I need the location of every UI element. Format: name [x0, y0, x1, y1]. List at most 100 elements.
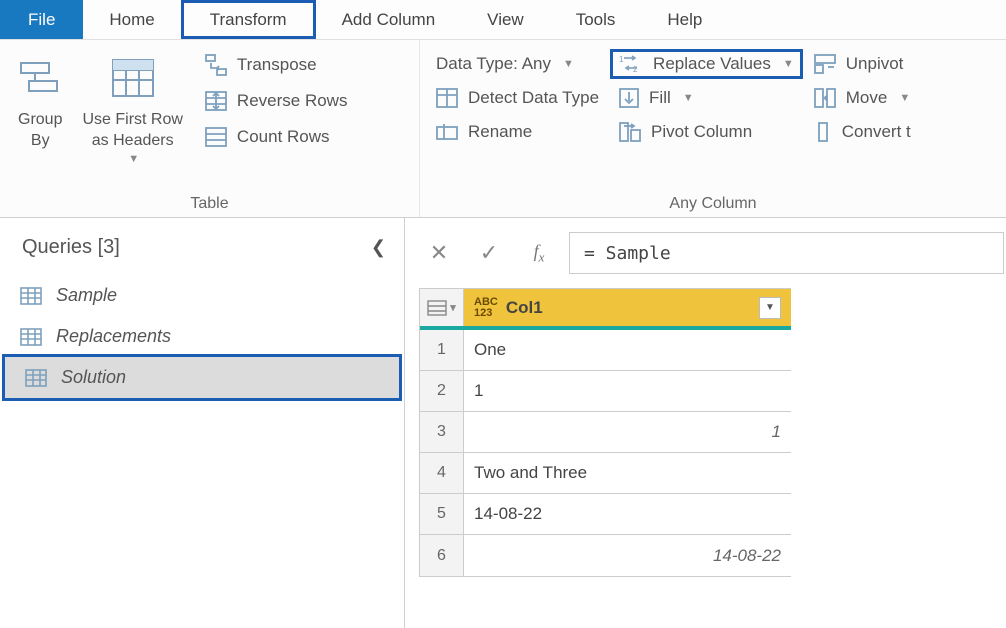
ribbon-group-any-column: Data Type: Any ▼ Detect Data Type Rename	[420, 40, 1006, 217]
fill-label: Fill	[649, 88, 671, 108]
reverse-rows-label: Reverse Rows	[237, 91, 348, 111]
group-by-label: Group By	[18, 110, 62, 152]
cell: 1	[464, 412, 791, 452]
count-rows-label: Count Rows	[237, 127, 330, 147]
collapse-chevron-icon[interactable]: ❮	[371, 237, 386, 258]
chevron-down-icon: ▼	[128, 152, 139, 166]
chevron-down-icon: ▼	[899, 92, 910, 104]
group-by-icon	[19, 52, 61, 104]
row-number: 5	[420, 494, 464, 534]
reverse-rows-icon	[205, 90, 227, 112]
detect-icon	[436, 88, 458, 108]
cell: 14-08-22	[464, 494, 791, 534]
use-first-row-label: Use First Row as Headers	[82, 110, 182, 152]
svg-text:1: 1	[619, 55, 624, 64]
accept-formula-button[interactable]: ✓	[469, 233, 509, 273]
row-number: 4	[420, 453, 464, 493]
table-icon	[20, 287, 42, 305]
ribbon: Group By Use First Row as Headers ▼ Tran…	[0, 40, 1006, 218]
cancel-formula-button[interactable]: ✕	[419, 233, 459, 273]
rename-icon	[436, 122, 458, 142]
column-type-badge: ABC 123	[474, 297, 498, 319]
queries-title: Queries [3]	[22, 236, 120, 259]
svg-text:2: 2	[633, 65, 638, 74]
pivot-icon	[619, 122, 641, 142]
pivot-column-label: Pivot Column	[651, 122, 752, 142]
transpose-button[interactable]: Transpose	[205, 54, 348, 76]
move-icon	[814, 88, 836, 108]
menu-home[interactable]: Home	[83, 0, 180, 39]
table-icon	[20, 328, 42, 346]
convert-icon	[814, 122, 832, 142]
rename-label: Rename	[468, 122, 532, 142]
table-headers-icon	[111, 52, 155, 104]
table-row[interactable]: 5 14-08-22	[420, 494, 791, 535]
cell: One	[464, 330, 791, 370]
cell: 1	[464, 371, 791, 411]
column-name: Col1	[506, 298, 543, 318]
chevron-down-icon: ▼	[563, 58, 574, 70]
move-button[interactable]: Move ▼	[814, 88, 911, 108]
convert-label: Convert t	[842, 122, 911, 142]
menu-view[interactable]: View	[461, 0, 550, 39]
menu-help[interactable]: Help	[641, 0, 728, 39]
table-row[interactable]: 2 1	[420, 371, 791, 412]
chevron-down-icon: ▼	[783, 58, 794, 70]
ribbon-group-any-column-label: Any Column	[428, 191, 998, 213]
table-corner-button[interactable]: ▾	[420, 289, 464, 326]
ribbon-group-table-label: Table	[8, 191, 411, 213]
fill-button[interactable]: Fill ▼	[619, 88, 794, 108]
main-area: Queries [3] ❮ Sample Replacements Soluti…	[0, 218, 1006, 628]
row-number: 2	[420, 371, 464, 411]
queries-panel: Queries [3] ❮ Sample Replacements Soluti…	[0, 218, 405, 628]
fill-down-icon	[619, 88, 639, 108]
column-filter-button[interactable]: ▼	[759, 297, 781, 319]
count-rows-button[interactable]: Count Rows	[205, 126, 348, 148]
chevron-down-icon: ▾	[450, 301, 456, 314]
data-grid: ▾ ABC 123 Col1 ▼ 1 One 2 1	[419, 288, 791, 577]
chevron-down-icon: ▼	[683, 92, 694, 104]
queries-header: Queries [3] ❮	[0, 228, 404, 275]
unpivot-button[interactable]: Unpivot	[814, 54, 911, 74]
row-number: 1	[420, 330, 464, 370]
use-first-row-button[interactable]: Use First Row as Headers ▼	[72, 46, 192, 178]
fx-button[interactable]: fx	[519, 233, 559, 273]
query-item-sample[interactable]: Sample	[0, 275, 404, 316]
row-number: 6	[420, 535, 464, 576]
table-row[interactable]: 6 14-08-22	[420, 535, 791, 576]
data-type-button[interactable]: Data Type: Any ▼	[436, 54, 599, 74]
group-by-button[interactable]: Group By	[8, 46, 72, 178]
query-item-solution[interactable]: Solution	[2, 354, 402, 401]
menu-add-column[interactable]: Add Column	[316, 0, 462, 39]
query-item-label: Replacements	[56, 326, 171, 347]
convert-button[interactable]: Convert t	[814, 122, 911, 142]
replace-values-icon: 12	[619, 54, 643, 74]
formula-input[interactable]: = Sample	[569, 232, 1004, 274]
count-rows-icon	[205, 126, 227, 148]
reverse-rows-button[interactable]: Reverse Rows	[205, 90, 348, 112]
query-item-label: Solution	[61, 367, 126, 388]
transpose-icon	[205, 54, 227, 76]
data-type-label: Data Type: Any	[436, 54, 551, 74]
column-header-col1[interactable]: ABC 123 Col1 ▼	[464, 289, 791, 326]
query-item-replacements[interactable]: Replacements	[0, 316, 404, 357]
table-icon	[25, 369, 47, 387]
rename-button[interactable]: Rename	[436, 122, 599, 142]
row-number: 3	[420, 412, 464, 452]
detect-data-type-button[interactable]: Detect Data Type	[436, 88, 599, 108]
detect-data-type-label: Detect Data Type	[468, 88, 599, 108]
menu-tools[interactable]: Tools	[550, 0, 642, 39]
ribbon-group-table: Group By Use First Row as Headers ▼ Tran…	[0, 40, 420, 217]
cell: Two and Three	[464, 453, 791, 493]
menu-transform[interactable]: Transform	[181, 0, 316, 39]
data-area: ✕ ✓ fx = Sample ▾ ABC 123 Col1 ▼	[405, 218, 1006, 628]
replace-values-label: Replace Values	[653, 54, 771, 74]
table-row[interactable]: 4 Two and Three	[420, 453, 791, 494]
table-row[interactable]: 3 1	[420, 412, 791, 453]
replace-values-button[interactable]: 12 Replace Values ▼	[610, 49, 803, 79]
unpivot-icon	[814, 54, 836, 74]
table-row[interactable]: 1 One	[420, 330, 791, 371]
menu-file[interactable]: File	[0, 0, 83, 39]
query-item-label: Sample	[56, 285, 117, 306]
pivot-column-button[interactable]: Pivot Column	[619, 122, 794, 142]
